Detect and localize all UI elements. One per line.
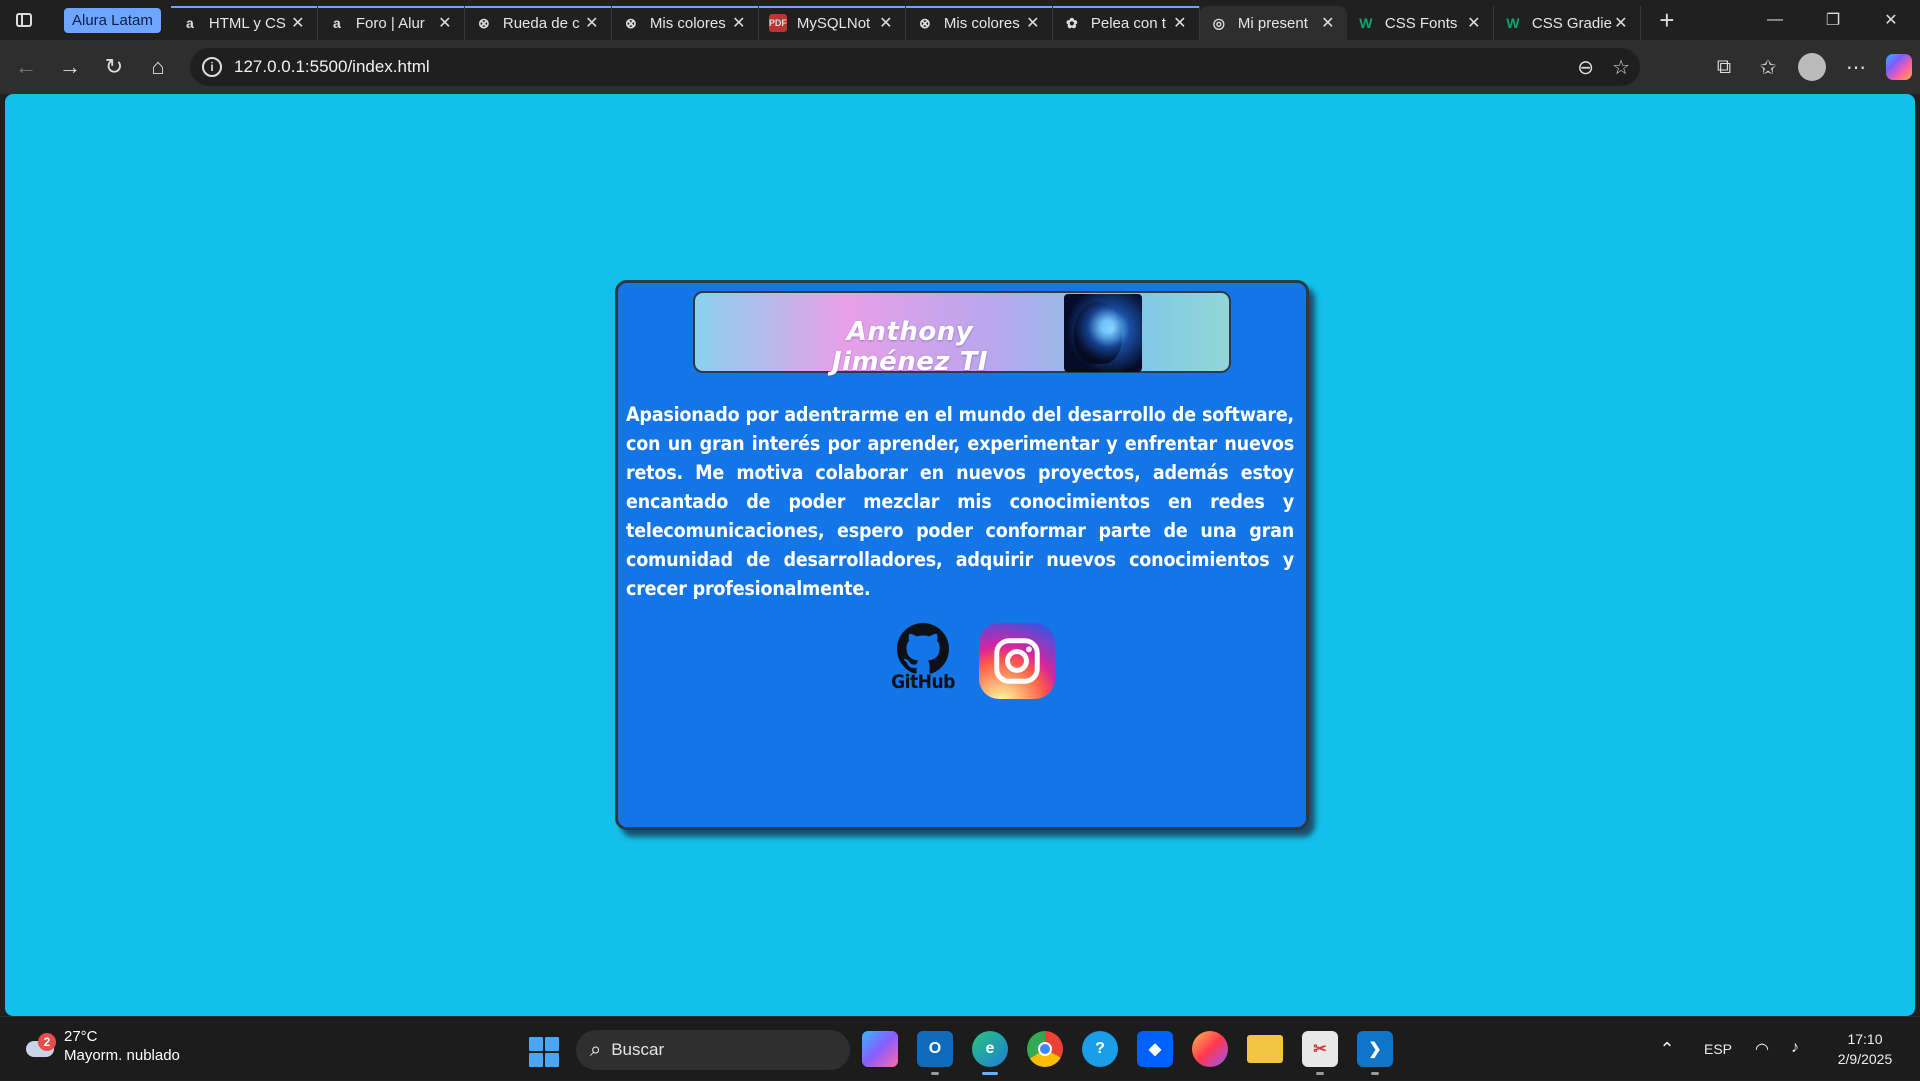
volume-icon[interactable]: ♪ <box>1791 1039 1799 1059</box>
tab-mysql-notes[interactable]: PDF MySQLNot ✕ <box>758 6 906 40</box>
tab-rueda-de-color[interactable]: ⊗ Rueda de c ✕ <box>464 6 612 40</box>
colorwheel-icon: ⊗ <box>919 14 931 31</box>
tab-group-label[interactable]: Alura Latam <box>64 7 161 33</box>
copilot-icon[interactable] <box>1886 54 1912 80</box>
w3schools-icon: W <box>1506 15 1520 31</box>
new-tab-button[interactable]: + <box>1647 3 1687 37</box>
taskbar-search[interactable]: ⌕ Buscar <box>576 1030 850 1070</box>
close-tab-icon[interactable]: ✕ <box>1465 13 1483 33</box>
w3schools-icon: W <box>1359 15 1373 31</box>
tab-css-fonts[interactable]: W CSS Fonts ✕ <box>1347 6 1494 40</box>
close-tab-icon[interactable]: ✕ <box>583 13 601 33</box>
github-link[interactable]: GitHub <box>885 623 961 699</box>
weather-condition: Mayorm. nublado <box>64 1047 180 1064</box>
alura-icon: a <box>185 15 194 31</box>
favorite-star-icon[interactable]: ☆ <box>1612 55 1630 80</box>
weather-widget[interactable]: 2 27°C Mayorm. nublado <box>22 1027 180 1065</box>
social-links: GitHub <box>885 623 1055 699</box>
taskbar: 2 27°C Mayorm. nublado ⌕ Buscar O e ? ◆ … <box>0 1016 1920 1080</box>
close-tab-icon[interactable]: ✕ <box>289 13 307 33</box>
tab-pelea[interactable]: ✿ Pelea con t ✕ <box>1052 6 1200 40</box>
firefox-icon[interactable] <box>1192 1031 1228 1067</box>
close-window-icon[interactable]: ✕ <box>1862 0 1920 40</box>
system-tray: ⌃ ESP ◠ ♪ 17:10 2/9/2025 <box>1642 1017 1920 1081</box>
weather-temp: 27°C <box>64 1028 98 1045</box>
colorwheel-icon: ⊗ <box>625 14 637 31</box>
close-tab-icon[interactable]: ✕ <box>1612 13 1630 33</box>
header-banner: Anthony Jiménez TI <box>693 291 1231 377</box>
language-indicator[interactable]: ESP <box>1692 1041 1744 1057</box>
tab-strip: a HTML y CS ✕ a Foro | Alur ✕ ⊗ Rueda de c ✕ ⊗… <box>170 0 1641 40</box>
close-tab-icon[interactable]: ✕ <box>1024 13 1042 33</box>
clock-date: 2/9/2025 <box>1837 1051 1893 1067</box>
reload-icon[interactable]: ↻ <box>92 49 136 85</box>
close-tab-icon[interactable]: ✕ <box>730 13 748 33</box>
file-explorer-icon[interactable] <box>1247 1035 1283 1063</box>
instagram-icon <box>994 638 1040 684</box>
banner-title: Anthony Jiménez TI <box>831 317 989 377</box>
dropbox-icon[interactable]: ◆ <box>1137 1031 1173 1067</box>
back-icon[interactable]: ← <box>4 49 48 85</box>
tab-mis-colores[interactable]: ⊗ Mis colores ✕ <box>611 6 759 40</box>
tab-mi-presentacion[interactable]: ◎ Mi present ✕ <box>1199 6 1347 40</box>
tab-mis-colores-2[interactable]: ⊗ Mis colores ✕ <box>905 6 1053 40</box>
close-tab-icon[interactable]: ✕ <box>436 13 454 33</box>
zoom-icon[interactable]: ⊖ <box>1577 55 1594 80</box>
window-controls: — ❐ ✕ <box>1746 0 1920 40</box>
tab-foro-alura[interactable]: a Foro | Alur ✕ <box>317 6 465 40</box>
favorites-icon[interactable]: ✩ <box>1746 55 1790 80</box>
address-bar[interactable]: i 127.0.0.1:5500/index.html ⊖ ☆ <box>190 48 1640 86</box>
sidebar-toggle-icon[interactable] <box>0 0 48 40</box>
clock-time: 17:10 <box>1847 1031 1883 1047</box>
instagram-link[interactable] <box>979 623 1055 699</box>
colorwheel-icon: ⊗ <box>478 14 490 31</box>
help-icon[interactable]: ? <box>1082 1031 1118 1067</box>
page-viewport: Anthony Jiménez TI Apasionado por adentr… <box>5 94 1915 1016</box>
title-bar: Alura Latam a HTML y CS ✕ a Foro | Alur ✕ ⊗ R… <box>0 0 1920 40</box>
outlook-icon[interactable]: O <box>917 1031 953 1075</box>
extensions-icon[interactable]: ⧉ <box>1702 56 1746 79</box>
search-placeholder: Buscar <box>611 1040 665 1059</box>
about-paragraph: Apasionado por adentrarme en el mundo de… <box>626 403 1294 600</box>
pinned-apps: O e ? ◆ ✂ ❯ <box>862 1031 1393 1075</box>
tab-css-gradients[interactable]: W CSS Gradie ✕ <box>1494 6 1641 40</box>
search-icon: ⌕ <box>590 1038 602 1061</box>
wifi-icon[interactable]: ◠ <box>1755 1039 1769 1059</box>
edge-icon[interactable]: e <box>972 1031 1008 1075</box>
notification-badge: 2 <box>38 1033 56 1051</box>
alura-icon: a <box>332 15 341 31</box>
site-info-icon[interactable]: i <box>202 57 222 77</box>
restore-icon[interactable]: ❐ <box>1804 0 1862 40</box>
home-icon[interactable]: ⌂ <box>136 49 180 85</box>
github-caption: GitHub <box>891 671 955 693</box>
chevron-up-icon[interactable]: ⌃ <box>1642 1039 1692 1060</box>
url-text[interactable]: 127.0.0.1:5500/index.html <box>234 57 430 77</box>
minimize-icon[interactable]: — <box>1746 0 1804 40</box>
vscode-icon[interactable]: ❯ <box>1357 1031 1393 1075</box>
close-tab-icon[interactable]: ✕ <box>1171 13 1189 33</box>
cloud-icon: 2 <box>22 1033 56 1059</box>
close-tab-icon[interactable]: ✕ <box>1319 13 1337 33</box>
github-icon <box>897 623 949 674</box>
chrome-icon[interactable] <box>1027 1031 1063 1067</box>
profile-card: Anthony Jiménez TI Apasionado por adentr… <box>615 280 1309 830</box>
windows-start-icon[interactable] <box>529 1037 559 1067</box>
clock[interactable]: 17:10 2/9/2025 <box>1810 1029 1920 1069</box>
browser-toolbar: ← → ↻ ⌂ i 127.0.0.1:5500/index.html ⊖ ☆ … <box>0 40 1920 94</box>
tab-html-css[interactable]: a HTML y CS ✕ <box>170 6 318 40</box>
globe-icon: ◎ <box>1212 14 1225 31</box>
close-tab-icon[interactable]: ✕ <box>877 13 895 33</box>
forward-icon[interactable]: → <box>48 49 92 85</box>
profile-photo <box>1064 294 1142 372</box>
copilot-app-icon[interactable] <box>862 1031 898 1067</box>
pdf-icon: PDF <box>768 14 787 32</box>
snipping-tool-icon[interactable]: ✂ <box>1302 1031 1338 1075</box>
profile-avatar[interactable] <box>1798 53 1826 81</box>
chatgpt-icon: ✿ <box>1066 14 1078 31</box>
more-menu-icon[interactable]: ⋯ <box>1834 55 1878 80</box>
